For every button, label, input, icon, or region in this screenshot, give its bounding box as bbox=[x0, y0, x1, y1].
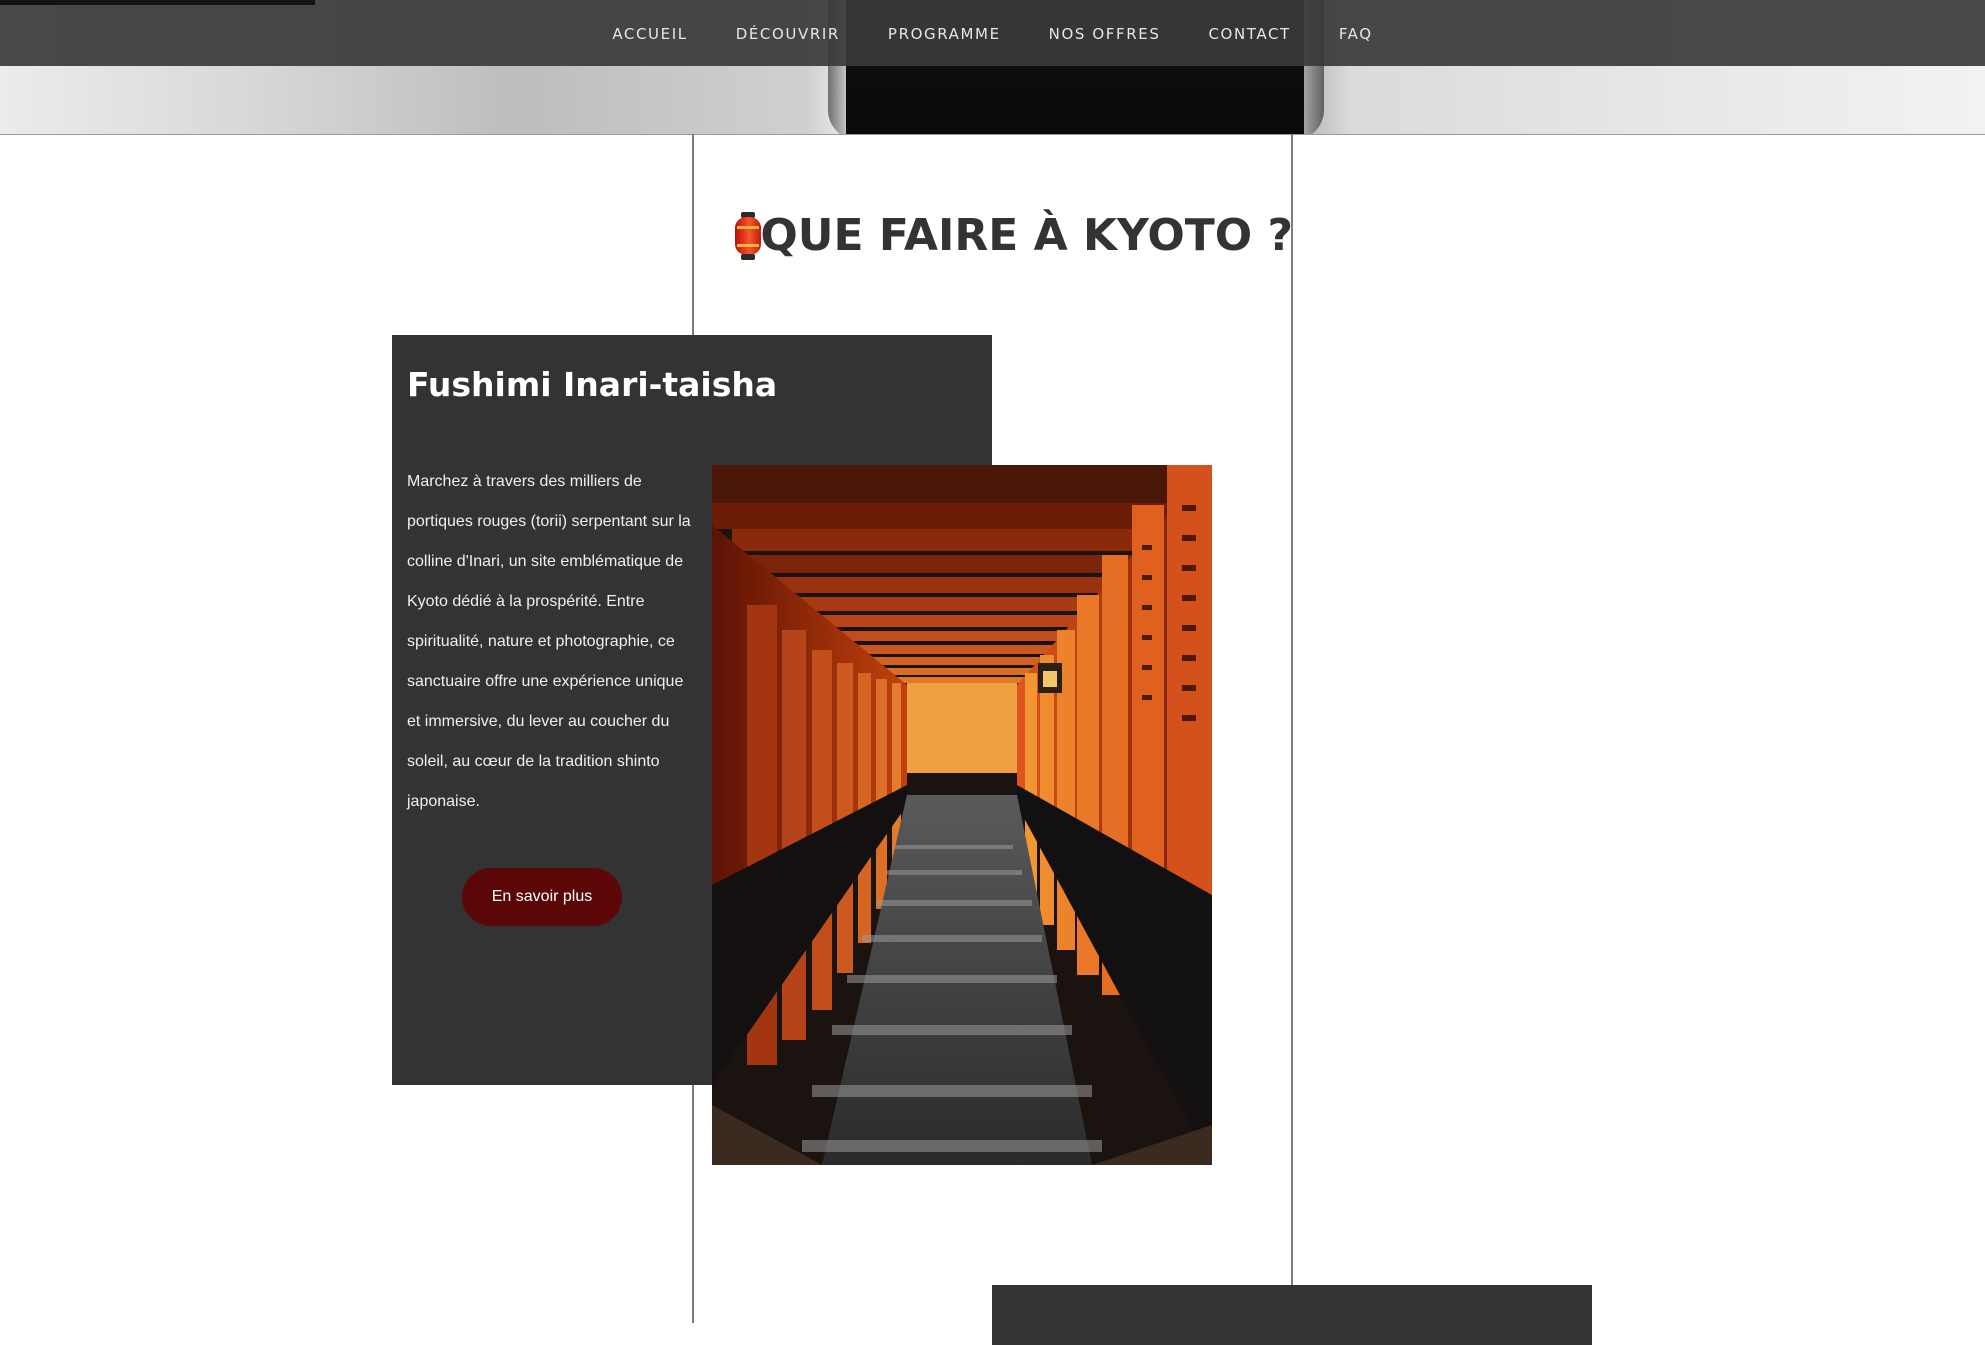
nav-item-contact[interactable]: CONTACT bbox=[1208, 23, 1290, 43]
main-nav: ACCUEIL DÉCOUVRIR PROGRAMME NOS OFFRES C… bbox=[0, 0, 1985, 66]
scroll-progress-bar bbox=[0, 0, 315, 5]
section-title: QUE FAIRE À KYOTO ? bbox=[733, 210, 1293, 261]
card-description: Marchez à travers des milliers de portiq… bbox=[407, 473, 691, 810]
red-lantern-icon bbox=[733, 211, 761, 260]
nav-item-faq[interactable]: FAQ bbox=[1339, 23, 1373, 43]
section-title-text: QUE FAIRE À KYOTO ? bbox=[760, 210, 1293, 261]
nav-item-accueil[interactable]: ACCUEIL bbox=[612, 23, 687, 43]
torii-gates-tunnel-photo bbox=[712, 465, 1212, 1165]
learn-more-button[interactable]: En savoir plus bbox=[462, 868, 622, 926]
nav-item-programme[interactable]: PROGRAMME bbox=[888, 23, 1001, 43]
nav-item-decouvrir[interactable]: DÉCOUVRIR bbox=[736, 23, 840, 43]
next-activity-card bbox=[992, 1285, 1592, 1345]
card-title: Fushimi Inari-taisha bbox=[407, 365, 778, 404]
nav-item-nos-offres[interactable]: NOS OFFRES bbox=[1049, 23, 1161, 43]
timeline-line-right bbox=[1291, 134, 1293, 1286]
